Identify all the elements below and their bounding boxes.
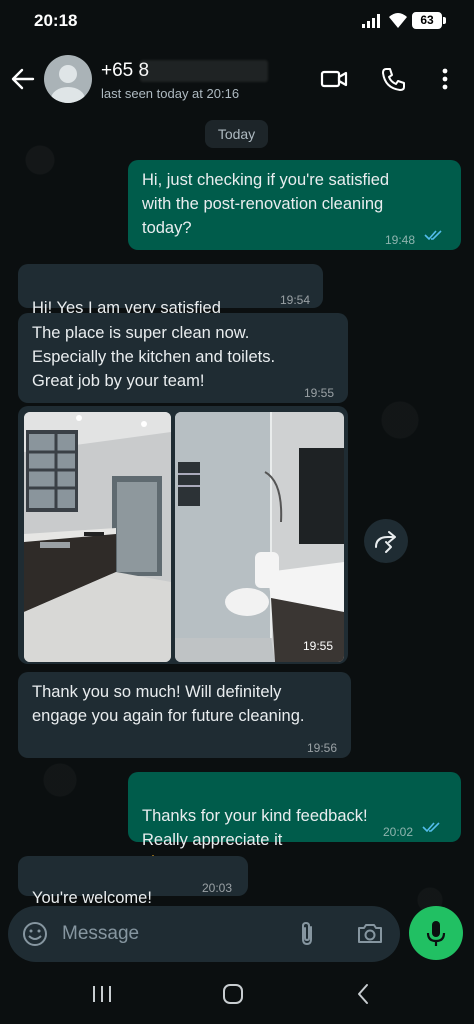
- wifi-icon: [389, 13, 407, 28]
- more-vert-icon[interactable]: [433, 66, 457, 92]
- message-bubble-incoming[interactable]: The place is super clean now. Especially…: [18, 313, 348, 403]
- default-avatar-icon: [51, 65, 85, 103]
- status-time: 20:18: [34, 11, 78, 30]
- date-divider: Today: [205, 120, 268, 148]
- system-navigation-bar: [0, 970, 474, 1024]
- battery-tip: [443, 17, 446, 24]
- voice-call-icon[interactable]: [380, 66, 408, 92]
- contact-avatar[interactable]: [44, 55, 92, 103]
- read-ticks-icon: [422, 822, 440, 833]
- message-text: Thank you so much! Will definitely engag…: [32, 683, 305, 725]
- message-time: 19:55: [304, 386, 335, 400]
- read-ticks-icon: [424, 230, 442, 241]
- message-text: Thanks for your kind feedback! Really ap…: [142, 807, 368, 849]
- signal-icon: [362, 14, 380, 28]
- message-text: You're welcome!: [32, 889, 152, 907]
- message-text: The place is super clean now. Especially…: [32, 324, 276, 390]
- message-time: 20:03: [202, 881, 233, 895]
- chat-header: +65 8 last seen today at 20:16: [0, 44, 474, 114]
- status-bar: 20:18 63: [0, 0, 474, 44]
- home-icon[interactable]: [222, 983, 244, 1005]
- camera-icon[interactable]: [356, 920, 384, 946]
- message-time: 19:56: [307, 741, 338, 755]
- forward-icon: [375, 531, 396, 553]
- message-input[interactable]: Message: [62, 923, 139, 945]
- back-arrow-icon[interactable]: [10, 66, 36, 92]
- message-bubble-incoming[interactable]: You're welcome! 20:03: [18, 856, 248, 931]
- message-bubble-incoming[interactable]: Thank you so much! Will definitely engag…: [18, 672, 351, 758]
- last-seen-status: last seen today at 20:16: [101, 86, 240, 101]
- bathroom-photo[interactable]: 19:55: [175, 412, 344, 662]
- message-bubble-outgoing[interactable]: Hi, just checking if you're satisfied wi…: [128, 160, 461, 250]
- message-composer[interactable]: Message: [8, 906, 400, 962]
- battery-indicator: 63: [412, 12, 442, 29]
- voice-message-button[interactable]: [409, 906, 463, 960]
- microphone-icon: [426, 921, 446, 946]
- message-text: Hi, just checking if you're satisfied wi…: [142, 171, 390, 237]
- recent-apps-icon[interactable]: [91, 984, 113, 1004]
- attach-icon[interactable]: [296, 920, 318, 948]
- emoji-icon[interactable]: [22, 921, 48, 947]
- message-bubble-incoming[interactable]: Hi! Yes I am very satisfied 19:54: [18, 264, 323, 340]
- message-time: 20:02: [383, 825, 414, 839]
- redacted-number: [140, 60, 268, 82]
- message-time: 19:54: [280, 293, 311, 307]
- video-call-icon[interactable]: [320, 66, 348, 92]
- photo-album-bubble[interactable]: 19:55: [18, 406, 348, 664]
- message-bubble-outgoing[interactable]: Thanks for your kind feedback! Really ap…: [128, 772, 461, 872]
- message-time: 19:55: [303, 639, 334, 653]
- back-nav-icon[interactable]: [355, 983, 371, 1005]
- forward-button[interactable]: [364, 519, 408, 563]
- kitchen-photo[interactable]: [24, 412, 171, 662]
- message-time: 19:48: [385, 233, 416, 247]
